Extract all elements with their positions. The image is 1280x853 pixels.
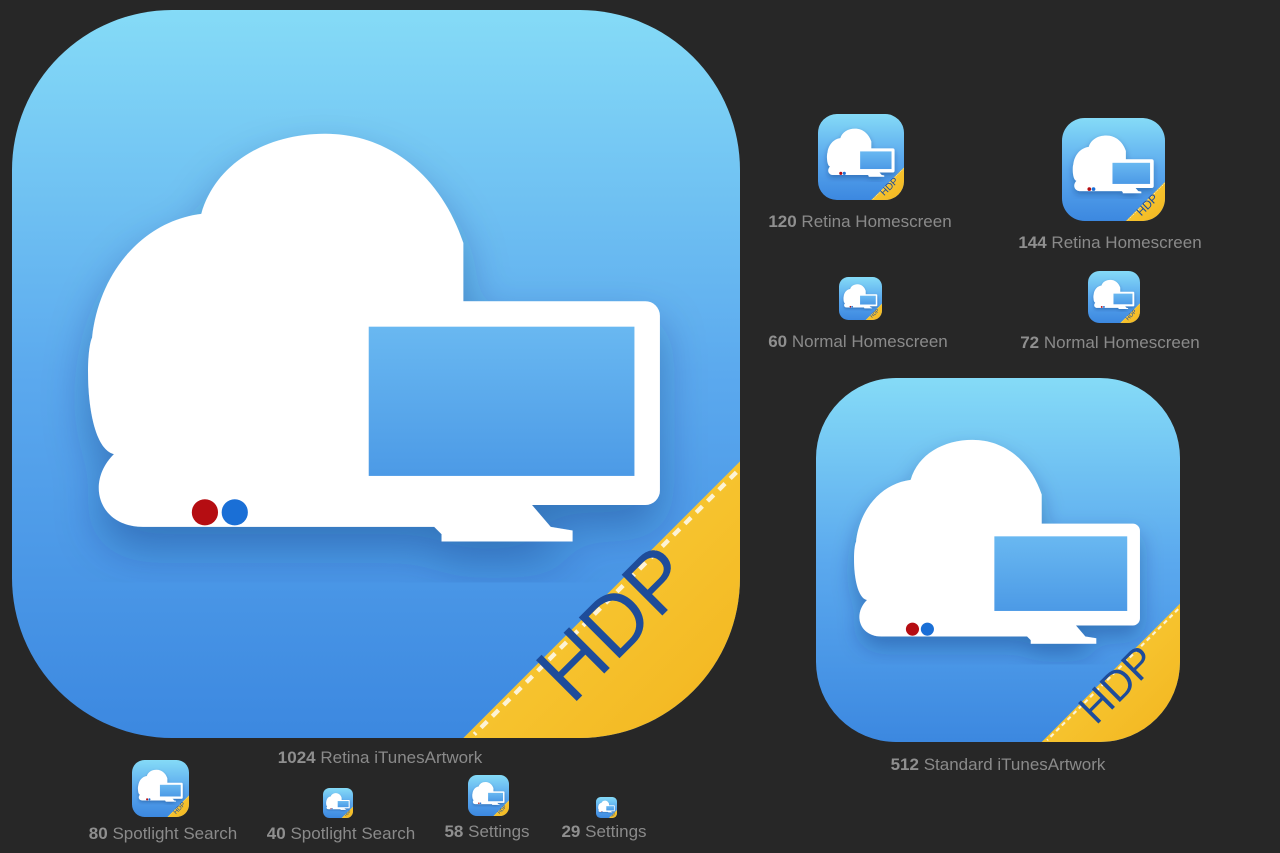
cloud-monitor-icon [839, 277, 882, 320]
caption-58: 58 Settings [444, 822, 530, 841]
caption-29: 29 Settings [561, 822, 647, 841]
cloud-monitor-icon [323, 788, 353, 818]
app-icon-144 [1062, 118, 1165, 221]
app-icon-80 [132, 760, 189, 817]
app-icon-29 [596, 797, 617, 818]
caption-60: 60 Normal Homescreen [768, 332, 948, 351]
cloud-monitor-icon [468, 775, 509, 816]
caption-144: 144 Retina Homescreen [1018, 233, 1202, 252]
cloud-monitor-icon [1062, 118, 1165, 221]
app-icon-1024 [12, 10, 740, 738]
caption-40: 40 Spotlight Search [266, 824, 416, 843]
app-icon-120 [818, 114, 904, 200]
caption-120: 120 Retina Homescreen [768, 212, 952, 231]
caption-1024: 1024 Retina iTunesArtwork [277, 748, 483, 767]
caption-80: 80 Spotlight Search [88, 824, 238, 843]
cloud-monitor-icon [816, 378, 1180, 742]
app-icon-512 [816, 378, 1180, 742]
app-icon-58 [468, 775, 509, 816]
cloud-monitor-icon [12, 10, 740, 738]
caption-512: 512 Standard iTunesArtwork [890, 755, 1106, 774]
cloud-monitor-icon [596, 797, 617, 818]
cloud-monitor-icon [818, 114, 904, 200]
app-icon-72 [1088, 271, 1140, 323]
caption-72: 72 Normal Homescreen [1020, 333, 1200, 352]
app-icon-60 [839, 277, 882, 320]
cloud-monitor-icon [1088, 271, 1140, 323]
app-icon-40 [323, 788, 353, 818]
cloud-monitor-icon [132, 760, 189, 817]
